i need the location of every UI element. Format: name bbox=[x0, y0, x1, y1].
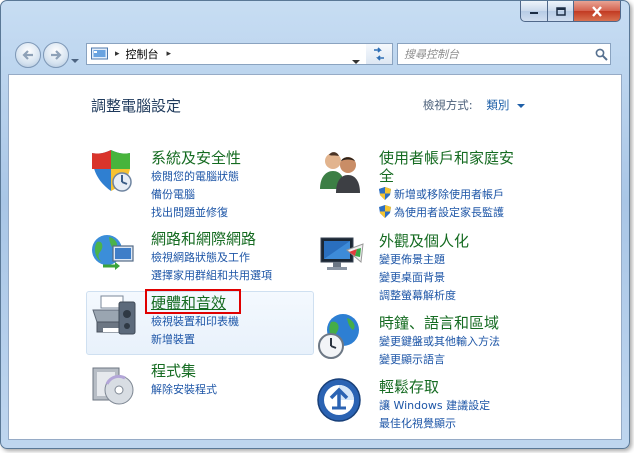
uac-shield-icon bbox=[379, 187, 391, 200]
search-input[interactable]: 搜尋控制台 bbox=[398, 46, 592, 62]
shield-icon bbox=[89, 147, 137, 195]
chevron-down-icon bbox=[517, 104, 525, 108]
view-by-label: 檢視方式: bbox=[422, 98, 473, 112]
search-icon[interactable] bbox=[592, 45, 610, 63]
link-homegroup-sharing-options[interactable]: 選擇家用群組和共用選項 bbox=[151, 267, 272, 283]
link-find-and-fix-problems[interactable]: 找出問題並修復 bbox=[151, 204, 228, 220]
category-title-system-security[interactable]: 系統及安全性 bbox=[151, 147, 241, 168]
control-panel-content: 調整電腦設定 檢視方式: 類別 系統及安全性 檢閱您的電腦狀態 備份電腦 找出問… bbox=[8, 74, 622, 440]
chevron-down-icon bbox=[71, 59, 79, 63]
minimize-button[interactable] bbox=[520, 1, 548, 22]
window-frame: ▸ 控制台 ▸ 搜尋控制台 調整電腦設定 檢視方式: 類別 系統及安全性 檢閱您… bbox=[0, 0, 630, 449]
link-text[interactable]: 新增或移除使用者帳戶 bbox=[394, 188, 504, 201]
link-adjust-screen-resolution[interactable]: 調整螢幕解析度 bbox=[379, 287, 456, 303]
link-add-device[interactable]: 新增裝置 bbox=[151, 331, 195, 347]
close-icon bbox=[592, 5, 602, 17]
view-by: 檢視方式: 類別 bbox=[423, 97, 525, 113]
link-view-devices-printers[interactable]: 檢視裝置和印表機 bbox=[151, 313, 239, 329]
page-title: 調整電腦設定 bbox=[91, 97, 182, 115]
link-backup-computer[interactable]: 備份電腦 bbox=[151, 186, 195, 202]
clock-globe-icon bbox=[317, 312, 365, 360]
network-globe-icon bbox=[89, 228, 137, 276]
category-title-appearance[interactable]: 外觀及個人化 bbox=[379, 230, 469, 251]
maximize-button[interactable] bbox=[548, 1, 574, 22]
forward-button[interactable] bbox=[43, 42, 69, 68]
uac-shield-icon bbox=[379, 205, 391, 218]
category-title-ease-of-access[interactable]: 輕鬆存取 bbox=[379, 376, 439, 397]
ease-of-access-icon bbox=[317, 376, 365, 424]
link-change-theme[interactable]: 變更佈景主題 bbox=[379, 251, 445, 267]
forward-arrow-icon bbox=[51, 50, 62, 60]
chevron-down-icon bbox=[352, 60, 360, 64]
link-view-network-status[interactable]: 檢視網路狀態及工作 bbox=[151, 249, 250, 265]
link-let-windows-suggest-settings[interactable]: 讓 Windows 建議設定 bbox=[379, 397, 490, 413]
highlight-box bbox=[145, 289, 241, 314]
back-button[interactable] bbox=[15, 42, 41, 68]
breadcrumb-separator[interactable]: ▸ bbox=[167, 49, 172, 59]
link-change-keyboard-input[interactable]: 變更鍵盤或其他輸入方法 bbox=[379, 333, 500, 349]
category-title-programs[interactable]: 程式集 bbox=[151, 360, 196, 381]
breadcrumb-control-panel[interactable]: 控制台 bbox=[126, 46, 159, 62]
link-text[interactable]: 為使用者設定家長監護 bbox=[394, 206, 504, 219]
view-by-value[interactable]: 類別 bbox=[486, 98, 509, 112]
close-button[interactable] bbox=[574, 1, 621, 22]
view-by-dropdown[interactable]: 類別 bbox=[486, 98, 525, 112]
appearance-monitor-icon bbox=[317, 230, 365, 278]
minimize-icon bbox=[530, 12, 538, 14]
link-change-desktop-background[interactable]: 變更桌面背景 bbox=[379, 269, 445, 285]
breadcrumb-separator[interactable]: ▸ bbox=[115, 49, 120, 59]
category-title-clock-language-region[interactable]: 時鐘、語言和區域 bbox=[379, 312, 499, 333]
link-uninstall-program[interactable]: 解除安裝程式 bbox=[151, 381, 217, 397]
category-title-network-internet[interactable]: 網路和網際網路 bbox=[151, 228, 256, 249]
users-icon bbox=[317, 147, 365, 195]
link-change-display-language[interactable]: 變更顯示語言 bbox=[379, 351, 445, 367]
back-arrow-icon bbox=[22, 50, 33, 60]
maximize-icon bbox=[555, 6, 566, 16]
address-history-dropdown[interactable] bbox=[352, 50, 360, 69]
link-add-remove-user-accounts[interactable]: 新增或移除使用者帳戶 bbox=[379, 186, 504, 202]
link-optimize-visual-display[interactable]: 最佳化視覺顯示 bbox=[379, 415, 456, 431]
navigation-bar: ▸ 控制台 ▸ 搜尋控制台 bbox=[15, 41, 621, 69]
search-box[interactable]: 搜尋控制台 bbox=[397, 43, 611, 65]
window-controls bbox=[520, 1, 621, 22]
link-parental-controls[interactable]: 為使用者設定家長監護 bbox=[379, 204, 504, 220]
address-bar[interactable]: ▸ 控制台 ▸ bbox=[86, 43, 368, 65]
control-panel-icon bbox=[91, 47, 109, 61]
category-title-user-accounts-line2[interactable]: 全 bbox=[379, 165, 394, 186]
refresh-button[interactable] bbox=[366, 43, 393, 65]
category-title-user-accounts[interactable]: 使用者帳戶和家庭安 bbox=[379, 147, 514, 168]
refresh-icon bbox=[374, 47, 384, 61]
link-review-computer-status[interactable]: 檢閱您的電腦狀態 bbox=[151, 168, 239, 184]
recent-pages-dropdown[interactable] bbox=[71, 49, 79, 68]
printer-icon bbox=[89, 292, 137, 340]
programs-icon bbox=[89, 360, 137, 408]
